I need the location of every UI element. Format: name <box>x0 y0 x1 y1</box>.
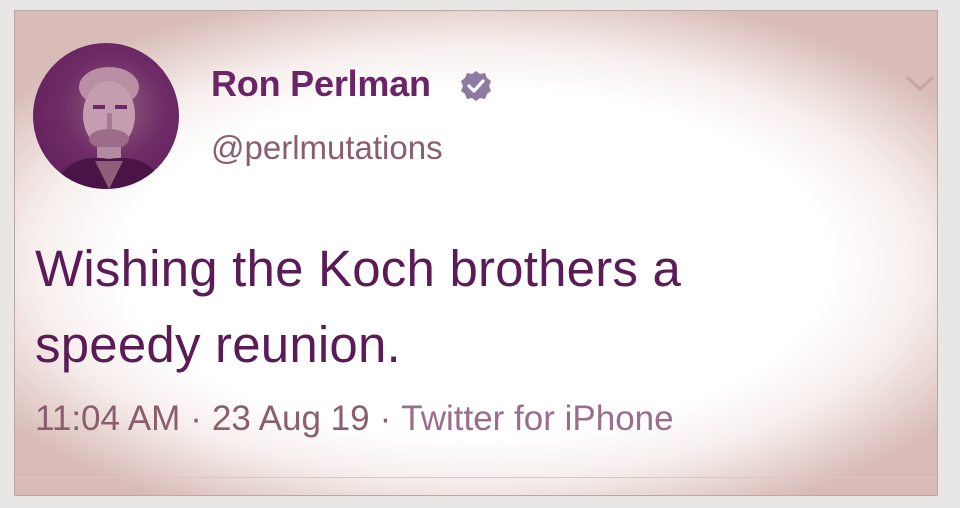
avatar[interactable] <box>33 43 179 189</box>
tweet-text: Wishing the Koch brothers a speedy reuni… <box>35 231 915 383</box>
tweet-date[interactable]: 23 Aug 19 <box>212 399 370 438</box>
separator: · <box>190 399 202 438</box>
tweet-card: Ron Perlman @perlmutations Wishing the K… <box>14 10 938 496</box>
tweet-time[interactable]: 11:04 AM <box>35 399 180 438</box>
divider <box>15 477 937 478</box>
chevron-down-icon[interactable] <box>905 73 935 93</box>
tweet-text-line: Wishing the Koch brothers a <box>35 240 682 297</box>
author-handle[interactable]: @perlmutations <box>211 129 443 167</box>
verified-badge-icon <box>461 71 491 101</box>
separator: · <box>379 399 392 438</box>
avatar-portrait <box>53 67 165 189</box>
tweet-source[interactable]: Twitter for iPhone <box>401 399 673 438</box>
tweet-text-line: speedy reunion. <box>35 316 401 373</box>
tweet-metadata: 11:04 AM · 23 Aug 19 · Twitter for iPhone <box>35 399 674 439</box>
author-name[interactable]: Ron Perlman <box>211 63 431 105</box>
